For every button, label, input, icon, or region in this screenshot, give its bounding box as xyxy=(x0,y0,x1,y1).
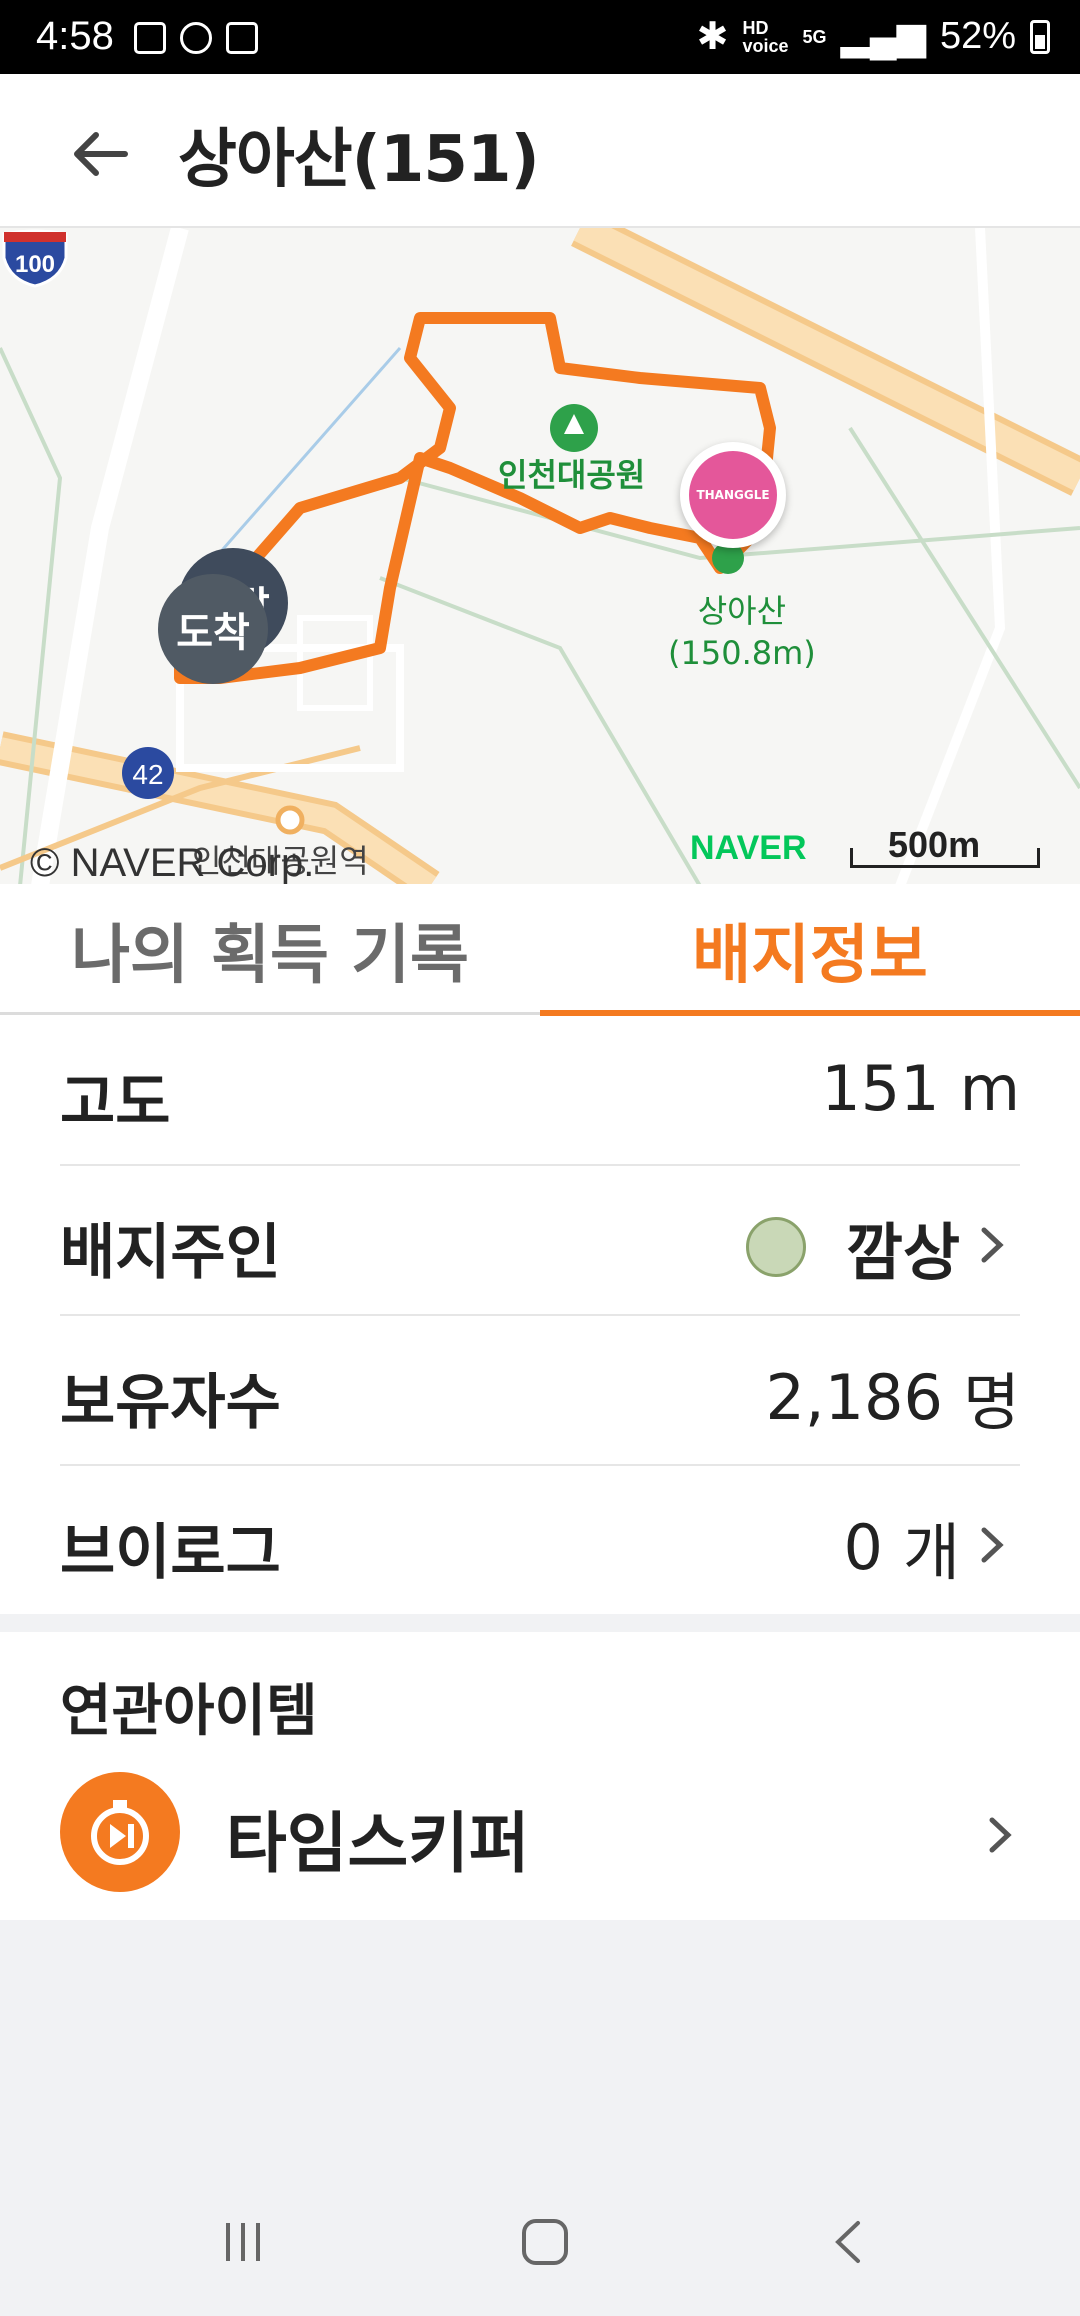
battery-icon xyxy=(1030,19,1050,54)
scale-bar xyxy=(850,848,1040,868)
owner-row[interactable]: 배지주인 깜상 xyxy=(60,1166,1020,1316)
altitude-label: 고도 xyxy=(60,1068,171,1138)
peak-height: (150.8m) xyxy=(668,634,816,672)
system-nav-bar xyxy=(0,2168,1080,2316)
vlog-row[interactable]: 브이로그 0 개 xyxy=(60,1466,1020,1616)
home-button[interactable] xyxy=(500,2212,590,2272)
back-nav-button[interactable] xyxy=(804,2212,894,2272)
road-number: 42 xyxy=(132,759,163,790)
page-title: 상아산(151) xyxy=(178,123,540,197)
map-canvas: 42 xyxy=(0,228,1080,886)
status-right: ✱ HD voice 5G ▂▄▆ 52% xyxy=(697,14,1050,59)
holders-row: 보유자수 2,186 명 xyxy=(60,1316,1020,1466)
altitude-row: 고도 151 m xyxy=(60,1016,1020,1166)
notification-icons xyxy=(134,22,258,54)
vlog-label: 브이로그 xyxy=(60,1518,281,1588)
highway-shield-icon: 100 xyxy=(2,229,68,288)
status-bar: 4:58 ✱ HD voice 5G ▂▄▆ 52% xyxy=(0,0,1080,74)
volte-indicator: HD voice xyxy=(743,19,789,55)
battery-percent: 52% xyxy=(939,15,1016,57)
related-title: 연관아이템 xyxy=(60,1679,318,1744)
altitude-value: 151 m xyxy=(821,1052,1020,1125)
highway-number: 100 xyxy=(15,251,55,278)
badge-icon: THANGGLE xyxy=(689,451,777,539)
altitude-number: 151 xyxy=(821,1052,940,1125)
holders-label: 보유자수 xyxy=(60,1368,281,1438)
tab-badge-info[interactable]: 배지정보 xyxy=(540,884,1080,1016)
map-copyright: © NAVER Corp. xyxy=(30,841,315,885)
peak-name: 상아산 xyxy=(697,592,787,630)
owner-avatar xyxy=(745,1217,806,1277)
owner-label: 배지주인 xyxy=(60,1218,281,1288)
map-provider-logo: NAVER xyxy=(690,829,807,867)
recent-apps-icon xyxy=(226,2223,260,2261)
signal-icon: ▂▄▆ xyxy=(840,16,926,58)
related-item-name[interactable]: 타임스키퍼 xyxy=(226,1790,530,1886)
badge-info-panel: 고도 151 m 배지주인 깜상 보유자수 2,186 명 브이로그 0 개 xyxy=(0,1016,1080,1614)
related-items-section: 연관아이템 타임스키퍼 xyxy=(0,1632,1080,1920)
timer-glyph xyxy=(91,1800,149,1865)
peak-label: 상아산 (150.8m) xyxy=(668,590,816,674)
vlog-value: 0 개 xyxy=(844,1502,961,1592)
calendar-icon xyxy=(226,22,258,54)
activity-icon xyxy=(180,22,212,54)
badge-pin[interactable]: THANGGLE xyxy=(680,442,786,548)
tab-my-records[interactable]: 나의 획득 기록 xyxy=(0,884,540,1016)
recent-apps-button[interactable] xyxy=(198,2212,288,2272)
park-label: 인천대공원 xyxy=(498,456,646,494)
vlog-number: 0 xyxy=(843,1510,883,1584)
arrow-left-icon xyxy=(74,132,128,176)
end-marker[interactable]: 도착 xyxy=(158,574,268,684)
vlog-unit: 개 xyxy=(902,1516,960,1589)
back-button[interactable] xyxy=(60,114,140,194)
tab-bar: 나의 획득 기록 배지정보 xyxy=(0,884,1080,1016)
status-time: 4:58 xyxy=(36,14,114,58)
gallery-icon xyxy=(134,22,166,54)
bluetooth-icon: ✱ xyxy=(696,16,729,58)
home-icon xyxy=(522,2219,568,2265)
chevron-right-icon xyxy=(981,1227,1004,1263)
holders-value: 2,186 명 xyxy=(765,1352,1020,1442)
chevron-right-icon xyxy=(981,1527,1004,1563)
holders-unit: 명 xyxy=(962,1366,1020,1439)
volte-sub: voice xyxy=(742,35,789,56)
volte-label: HD xyxy=(742,17,769,38)
back-icon xyxy=(835,2221,860,2263)
time-skip-icon xyxy=(60,1772,180,1892)
chevron-right-icon[interactable] xyxy=(980,1810,1020,1860)
owner-name: 깜상 xyxy=(845,1216,960,1289)
network-type: 5G xyxy=(802,26,827,47)
owner-value: 깜상 xyxy=(745,1202,960,1292)
altitude-unit: m xyxy=(959,1052,1020,1125)
app-header: 상아산(151) xyxy=(0,74,1080,226)
holders-number: 2,186 xyxy=(765,1360,943,1434)
route-map[interactable]: 42 100 인천대공원 상아산 (150.8m) THANGGLE 출발 도착… xyxy=(0,226,1080,886)
